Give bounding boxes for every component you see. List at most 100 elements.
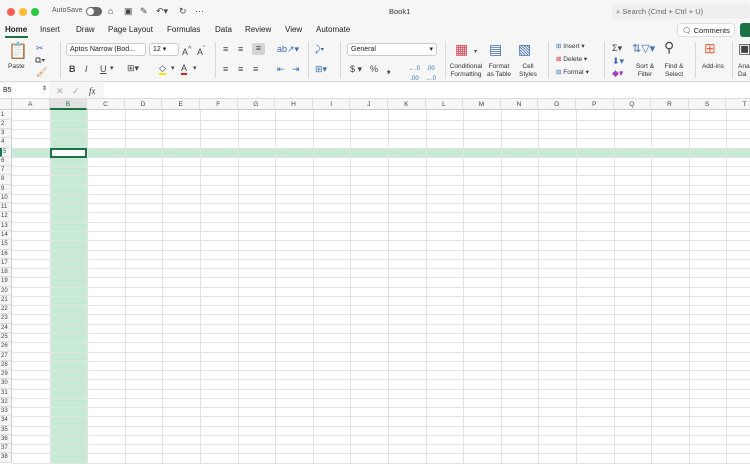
align-left-icon[interactable]: ≡ <box>223 64 228 74</box>
format-as-table-icon[interactable]: ▤ <box>489 42 502 56</box>
add-ins-icon[interactable]: ⊞ <box>704 41 716 55</box>
row-header-25[interactable]: 25 <box>0 332 12 343</box>
row-header-31[interactable]: 31 <box>0 388 12 398</box>
close-window-button[interactable] <box>7 8 15 16</box>
column-header-K[interactable]: K <box>388 99 426 110</box>
decrease-font-icon[interactable]: Aˇ <box>197 44 206 57</box>
format-painter-icon[interactable]: 🖌 <box>36 67 47 77</box>
row-header-7[interactable]: 7 <box>0 166 12 176</box>
row-header-27[interactable]: 27 <box>0 351 12 361</box>
redo-icon[interactable]: ↻ <box>179 6 187 16</box>
fill-icon[interactable]: ⬇▾ <box>612 56 624 66</box>
orientation-icon[interactable]: ab↗▾ <box>277 44 299 54</box>
column-header-B[interactable]: B <box>49 99 88 110</box>
row-header-23[interactable]: 23 <box>0 314 12 324</box>
column-header-S[interactable]: S <box>688 99 727 110</box>
row-header-30[interactable]: 30 <box>0 379 12 389</box>
row-header-37[interactable]: 37 <box>0 444 12 454</box>
decrease-indent-icon[interactable]: ⇤ <box>277 64 285 74</box>
row-header-21[interactable]: 21 <box>0 295 12 306</box>
align-middle-icon[interactable]: ≡ <box>238 44 243 54</box>
minimize-window-button[interactable] <box>19 8 27 16</box>
column-header-R[interactable]: R <box>651 99 689 110</box>
row-header-34[interactable]: 34 <box>0 416 12 426</box>
row-header-38[interactable]: 38 <box>0 453 12 463</box>
row-header-22[interactable]: 22 <box>0 305 12 315</box>
borders-icon[interactable]: ⊞▾ <box>127 63 139 73</box>
row-header-19[interactable]: 19 <box>0 277 12 287</box>
row-header-2[interactable]: 2 <box>0 119 12 130</box>
share-button[interactable] <box>740 23 750 37</box>
column-header-T[interactable]: T <box>726 99 750 110</box>
autosave-toggle[interactable] <box>86 7 102 16</box>
insert-function-button[interactable]: fx <box>89 86 96 96</box>
decrease-decimal-icon[interactable]: .00 →.0 <box>425 64 436 84</box>
column-header-F[interactable]: F <box>200 99 238 110</box>
row-header-33[interactable]: 33 <box>0 407 12 417</box>
row-header-28[interactable]: 28 <box>0 360 12 371</box>
sort-filter-icon[interactable]: ⇅▽▾ <box>632 44 655 55</box>
paste-icon[interactable]: 📋 <box>8 44 28 60</box>
delete-cells-button[interactable]: ⊠ Delete ▾ <box>556 56 587 64</box>
row-header-10[interactable]: 10 <box>0 193 12 204</box>
tab-formulas[interactable]: Formulas <box>167 25 200 34</box>
analyze-data-icon[interactable]: ▣ <box>738 41 750 55</box>
tab-insert[interactable]: Insert <box>40 25 60 34</box>
save-icon[interactable]: ▣ <box>124 6 133 16</box>
align-center-icon[interactable]: ≡ <box>238 64 243 74</box>
row-header-4[interactable]: 4 <box>0 138 12 148</box>
row-header-18[interactable]: 18 <box>0 268 12 278</box>
conditional-formatting-dropdown-icon[interactable]: ▾ <box>474 47 477 57</box>
row-header-15[interactable]: 15 <box>0 240 12 250</box>
enter-icon[interactable]: ✓ <box>72 86 80 96</box>
row-header-12[interactable]: 12 <box>0 212 12 222</box>
column-header-Q[interactable]: Q <box>613 99 652 110</box>
conditional-formatting-button[interactable]: Conditional Formatting <box>449 63 483 78</box>
conditional-formatting-icon[interactable]: ▦ <box>455 42 468 56</box>
undo-icon[interactable]: ↶▾ <box>156 6 168 16</box>
row-header-14[interactable]: 14 <box>0 231 12 241</box>
underline-button[interactable]: U <box>100 64 107 74</box>
find-select-icon[interactable]: ⚲ <box>664 40 674 54</box>
row-header-6[interactable]: 6 <box>0 156 12 167</box>
column-header-O[interactable]: O <box>538 99 576 110</box>
home-icon[interactable]: ⌂ <box>108 6 113 16</box>
search-input[interactable]: ⌕ Search (Cmd + Ctrl + U) <box>612 4 750 19</box>
format-as-table-button[interactable]: Format as Table <box>485 63 513 78</box>
wrap-text-icon[interactable]: ⤸▾ <box>315 44 324 54</box>
active-cell-B5[interactable] <box>49 147 88 158</box>
row-header-20[interactable]: 20 <box>0 286 12 296</box>
column-header-L[interactable]: L <box>425 99 464 110</box>
font-size-select[interactable]: 12 ▾ <box>149 43 179 56</box>
tab-view[interactable]: View <box>285 25 302 34</box>
row-header-11[interactable]: 11 <box>0 203 12 213</box>
tab-home[interactable]: Home <box>5 25 27 34</box>
column-header-A[interactable]: A <box>12 99 50 110</box>
tab-draw[interactable]: Draw <box>76 25 95 34</box>
row-header-32[interactable]: 32 <box>0 397 12 408</box>
cell-styles-button[interactable]: Cell Styles <box>516 63 540 78</box>
comments-button[interactable]: 🗨 Comments <box>677 23 735 37</box>
comma-button[interactable]: ❟ <box>387 64 391 74</box>
fill-color-dropdown-icon[interactable]: ▾ <box>171 64 175 74</box>
paste-label[interactable]: Paste <box>8 63 25 71</box>
tab-data[interactable]: Data <box>215 25 232 34</box>
tab-automate[interactable]: Automate <box>316 25 350 34</box>
zoom-window-button[interactable] <box>31 8 39 16</box>
increase-font-icon[interactable]: A^ <box>182 44 192 57</box>
column-header-P[interactable]: P <box>576 99 614 110</box>
column-header-M[interactable]: M <box>463 99 501 110</box>
add-ins-button[interactable]: Add-ins <box>700 63 726 71</box>
tab-page-layout[interactable]: Page Layout <box>108 25 153 34</box>
row-header-3[interactable]: 3 <box>0 129 12 139</box>
column-header-N[interactable]: N <box>500 99 539 110</box>
analyze-data-button[interactable]: Ana Da <box>738 63 750 78</box>
tab-review[interactable]: Review <box>245 25 271 34</box>
italic-button[interactable]: I <box>85 64 88 74</box>
percent-button[interactable]: % <box>370 64 378 74</box>
column-header-G[interactable]: G <box>237 99 276 110</box>
row-header-36[interactable]: 36 <box>0 434 12 445</box>
bold-button[interactable]: B <box>69 64 76 74</box>
font-color-icon[interactable]: A <box>181 63 188 75</box>
increase-decimal-icon[interactable]: ←.0.00 <box>409 64 420 84</box>
